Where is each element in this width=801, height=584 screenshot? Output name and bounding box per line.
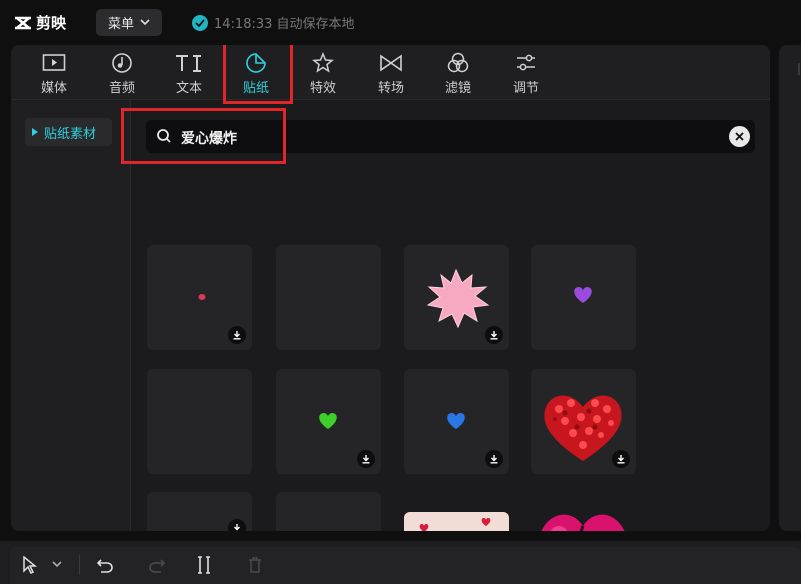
sticker-card[interactable] xyxy=(531,492,636,531)
effects-icon xyxy=(312,51,334,75)
redo-icon[interactable] xyxy=(148,557,166,573)
media-icon xyxy=(42,51,66,75)
tab-label: 音频 xyxy=(108,81,135,96)
bottom-toolbar xyxy=(0,541,801,584)
download-icon[interactable] xyxy=(357,450,375,468)
tab-label: 转场 xyxy=(377,81,404,96)
tab-transition[interactable]: 转场 xyxy=(361,49,421,99)
material-panel: 媒体 音频 文本 贴纸 特效 转场 滤镜 调节 贴纸素材 爱心爆炸 xyxy=(11,45,770,531)
filter-icon xyxy=(446,51,470,75)
sticker-content: 爱心爆炸 xyxy=(131,100,770,531)
sticker-card[interactable] xyxy=(531,245,636,350)
download-icon[interactable] xyxy=(228,519,246,531)
tab-adjust[interactable]: 调节 xyxy=(496,49,556,99)
tab-filter[interactable]: 滤镜 xyxy=(428,49,488,99)
adjust-icon xyxy=(515,51,537,75)
sidebar: 贴纸素材 xyxy=(11,100,131,531)
check-icon xyxy=(192,14,208,31)
divider xyxy=(79,555,80,575)
blank-sticker xyxy=(276,245,381,350)
blank-sticker xyxy=(147,369,252,474)
undo-icon[interactable] xyxy=(96,557,114,573)
close-icon xyxy=(735,132,744,141)
sticker-card[interactable] xyxy=(147,369,252,474)
tab-label: 调节 xyxy=(512,81,539,96)
tab-label: 滤镜 xyxy=(444,81,471,96)
sticker-card[interactable] xyxy=(147,492,252,531)
menu-button[interactable]: 菜单 xyxy=(96,9,162,36)
tab-label: 媒体 xyxy=(40,81,67,96)
cartoon-scene-sticker xyxy=(404,512,509,531)
sidebar-item-label: 贴纸素材 xyxy=(44,126,97,142)
tab-label: 文本 xyxy=(175,81,202,96)
tab-audio[interactable]: 音频 xyxy=(92,49,152,99)
gray-burst-sticker xyxy=(276,492,381,531)
delete-icon[interactable] xyxy=(248,556,262,574)
top-bar: 剪映 菜单 14:18:33 自动保存本地 xyxy=(0,0,801,44)
autosave-status: 14:18:33 自动保存本地 xyxy=(192,13,355,32)
timeline-toolbar xyxy=(10,547,801,584)
download-icon[interactable] xyxy=(485,326,503,344)
sticker-card[interactable] xyxy=(276,369,381,474)
purple-heart-sticker xyxy=(574,287,592,303)
download-icon[interactable] xyxy=(228,326,246,344)
menu-label: 菜单 xyxy=(107,17,134,32)
divider xyxy=(798,63,800,75)
highlight-search xyxy=(121,108,286,164)
transition-icon xyxy=(379,51,403,75)
capcut-logo-icon xyxy=(15,16,31,29)
highlight-sticker-tab xyxy=(223,45,293,104)
autosave-text: 14:18:33 自动保存本地 xyxy=(214,17,355,32)
broken-heart-sticker xyxy=(541,514,625,531)
text-icon xyxy=(174,51,204,75)
download-icon[interactable] xyxy=(485,450,503,468)
split-icon[interactable] xyxy=(197,556,211,574)
triangle-right-icon xyxy=(32,128,38,136)
download-icon[interactable] xyxy=(612,450,630,468)
tab-text[interactable]: 文本 xyxy=(159,49,219,99)
sticker-card[interactable] xyxy=(147,245,252,350)
chevron-down-icon xyxy=(140,19,150,26)
tab-effects[interactable]: 特效 xyxy=(293,49,353,99)
sticker-card[interactable] xyxy=(404,512,509,531)
sticker-card[interactable] xyxy=(276,492,381,531)
sticker-card[interactable] xyxy=(404,369,509,474)
tab-bar: 媒体 音频 文本 贴纸 特效 转场 滤镜 调节 xyxy=(11,45,770,100)
app-logo: 剪映 xyxy=(14,12,66,33)
sticker-card[interactable] xyxy=(404,245,509,350)
clear-search-button[interactable] xyxy=(729,126,750,147)
cursor-icon[interactable] xyxy=(22,556,38,574)
chevron-down-icon[interactable] xyxy=(52,561,62,568)
app-name: 剪映 xyxy=(36,14,67,32)
audio-icon xyxy=(111,51,133,75)
tab-label: 特效 xyxy=(309,81,336,96)
tab-media[interactable]: 媒体 xyxy=(24,49,84,99)
right-panel xyxy=(779,45,801,531)
sticker-card[interactable] xyxy=(276,245,381,350)
sidebar-item-sticker-material[interactable]: 贴纸素材 xyxy=(25,118,112,146)
sticker-card[interactable] xyxy=(531,369,636,474)
